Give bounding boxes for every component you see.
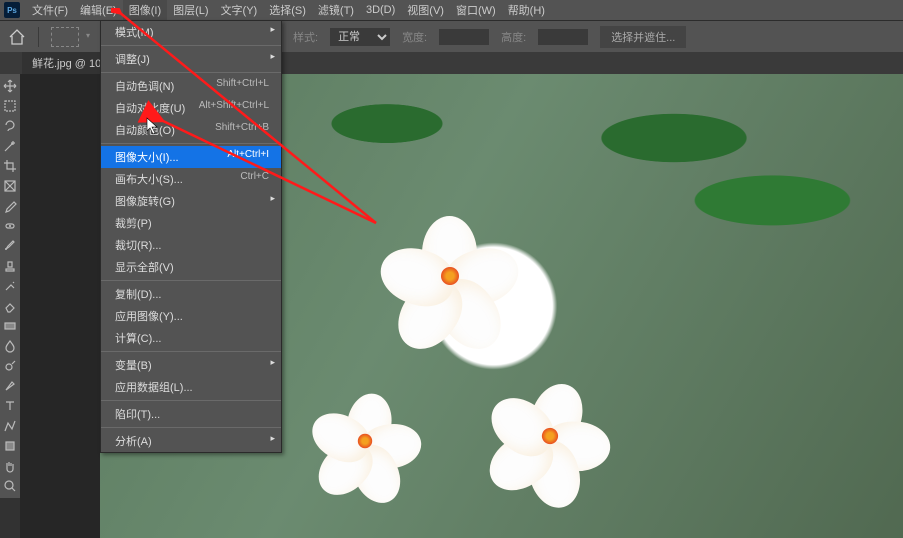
menu-separator bbox=[101, 143, 281, 144]
menu-separator bbox=[101, 72, 281, 73]
menu-edit[interactable]: 编辑(E) bbox=[74, 0, 123, 20]
marquee-tool[interactable] bbox=[2, 98, 18, 114]
menu-item-label: 图像大小(I)... bbox=[115, 149, 179, 165]
menu-item-label: 陷印(T)... bbox=[115, 406, 160, 422]
height-input[interactable] bbox=[538, 29, 588, 45]
menu-3d[interactable]: 3D(D) bbox=[360, 2, 401, 18]
menu-item[interactable]: 裁切(R)... bbox=[101, 234, 281, 256]
lasso-tool[interactable] bbox=[2, 118, 18, 134]
menu-item-label: 画布大小(S)... bbox=[115, 171, 183, 187]
menu-item[interactable]: 图像旋转(G) bbox=[101, 190, 281, 212]
stamp-tool[interactable] bbox=[2, 258, 18, 274]
menu-item[interactable]: 模式(M) bbox=[101, 21, 281, 43]
menu-item[interactable]: 调整(J) bbox=[101, 48, 281, 70]
brush-tool[interactable] bbox=[2, 238, 18, 254]
menu-item-shortcut: Alt+Shift+Ctrl+L bbox=[199, 100, 269, 116]
tool-preset[interactable] bbox=[51, 27, 79, 47]
menu-item[interactable]: 显示全部(V) bbox=[101, 256, 281, 278]
home-icon[interactable] bbox=[8, 28, 26, 46]
dodge-tool[interactable] bbox=[2, 358, 18, 374]
menu-item[interactable]: 分析(A) bbox=[101, 430, 281, 452]
menu-select[interactable]: 选择(S) bbox=[263, 0, 312, 20]
menu-item[interactable]: 复制(D)... bbox=[101, 283, 281, 305]
menu-item[interactable]: 图像大小(I)... Alt+Ctrl+I bbox=[101, 146, 281, 168]
eraser-tool[interactable] bbox=[2, 298, 18, 314]
menu-item-label: 应用图像(Y)... bbox=[115, 308, 183, 324]
quick-select-tool[interactable] bbox=[2, 138, 18, 154]
menu-item-label: 自动对比度(U) bbox=[115, 100, 185, 116]
path-tool[interactable] bbox=[2, 418, 18, 434]
style-select[interactable]: 正常 bbox=[330, 28, 390, 46]
type-tool[interactable] bbox=[2, 398, 18, 414]
select-and-mask-button[interactable]: 选择并遮住... bbox=[600, 26, 686, 48]
menu-item[interactable]: 变量(B) bbox=[101, 354, 281, 376]
width-label: 宽度: bbox=[402, 29, 427, 45]
eyedropper-tool[interactable] bbox=[2, 198, 18, 214]
height-label: 高度: bbox=[501, 29, 526, 45]
menu-item-label: 裁剪(P) bbox=[115, 215, 152, 231]
menu-item[interactable]: 画布大小(S)... Ctrl+C bbox=[101, 168, 281, 190]
menu-type[interactable]: 文字(Y) bbox=[215, 0, 264, 20]
menu-item-label: 计算(C)... bbox=[115, 330, 161, 346]
frame-tool[interactable] bbox=[2, 178, 18, 194]
menu-item[interactable]: 自动色调(N) Shift+Ctrl+L bbox=[101, 75, 281, 97]
width-input[interactable] bbox=[439, 29, 489, 45]
menu-separator bbox=[101, 280, 281, 281]
menu-item-label: 分析(A) bbox=[115, 433, 152, 449]
menu-window[interactable]: 窗口(W) bbox=[450, 0, 502, 20]
menu-separator bbox=[101, 427, 281, 428]
move-tool[interactable] bbox=[2, 78, 18, 94]
history-brush-tool[interactable] bbox=[2, 278, 18, 294]
gradient-tool[interactable] bbox=[2, 318, 18, 334]
menu-image[interactable]: 图像(I) bbox=[123, 0, 167, 20]
menu-item-label: 复制(D)... bbox=[115, 286, 161, 302]
menu-item-shortcut: Shift+Ctrl+B bbox=[215, 122, 269, 138]
menu-item-label: 裁切(R)... bbox=[115, 237, 161, 253]
tools-panel bbox=[0, 74, 20, 498]
menu-view[interactable]: 视图(V) bbox=[401, 0, 450, 20]
menu-item-label: 自动色调(N) bbox=[115, 78, 174, 94]
menu-item[interactable]: 自动对比度(U) Alt+Shift+Ctrl+L bbox=[101, 97, 281, 119]
rectangle-tool[interactable] bbox=[2, 438, 18, 454]
menubar: Ps 文件(F)编辑(E)图像(I)图层(L)文字(Y)选择(S)滤镜(T)3D… bbox=[0, 0, 903, 20]
menu-item-label: 图像旋转(G) bbox=[115, 193, 175, 209]
menu-item[interactable]: 应用数据组(L)... bbox=[101, 376, 281, 398]
menu-separator bbox=[101, 45, 281, 46]
menu-item-label: 自动颜色(O) bbox=[115, 122, 175, 138]
crop-tool[interactable] bbox=[2, 158, 18, 174]
menu-item-label: 模式(M) bbox=[115, 24, 154, 40]
menu-separator bbox=[101, 400, 281, 401]
menu-item-label: 显示全部(V) bbox=[115, 259, 174, 275]
hand-tool[interactable] bbox=[2, 458, 18, 474]
menu-item-shortcut: Shift+Ctrl+L bbox=[216, 78, 269, 94]
pen-tool[interactable] bbox=[2, 378, 18, 394]
menu-item-shortcut: Ctrl+C bbox=[240, 171, 269, 187]
menu-help[interactable]: 帮助(H) bbox=[502, 0, 551, 20]
menu-item[interactable]: 自动颜色(O) Shift+Ctrl+B bbox=[101, 119, 281, 141]
menu-item[interactable]: 陷印(T)... bbox=[101, 403, 281, 425]
style-label: 样式: bbox=[293, 29, 318, 45]
image-menu-dropdown: 模式(M) 调整(J) 自动色调(N) Shift+Ctrl+L 自动对比度(U) Alt… bbox=[100, 20, 282, 453]
menu-item[interactable]: 计算(C)... bbox=[101, 327, 281, 349]
menu-file[interactable]: 文件(F) bbox=[26, 0, 74, 20]
menu-filter[interactable]: 滤镜(T) bbox=[312, 0, 360, 20]
zoom-tool[interactable] bbox=[2, 478, 18, 494]
menu-item-label: 调整(J) bbox=[115, 51, 150, 67]
menu-layer[interactable]: 图层(L) bbox=[167, 0, 214, 20]
healing-tool[interactable] bbox=[2, 218, 18, 234]
menu-item-shortcut: Alt+Ctrl+I bbox=[227, 149, 269, 165]
menu-item-label: 变量(B) bbox=[115, 357, 152, 373]
menu-item-label: 应用数据组(L)... bbox=[115, 379, 193, 395]
menu-item[interactable]: 裁剪(P) bbox=[101, 212, 281, 234]
blur-tool[interactable] bbox=[2, 338, 18, 354]
menu-item[interactable]: 应用图像(Y)... bbox=[101, 305, 281, 327]
menu-separator bbox=[101, 351, 281, 352]
app-logo: Ps bbox=[4, 2, 20, 18]
